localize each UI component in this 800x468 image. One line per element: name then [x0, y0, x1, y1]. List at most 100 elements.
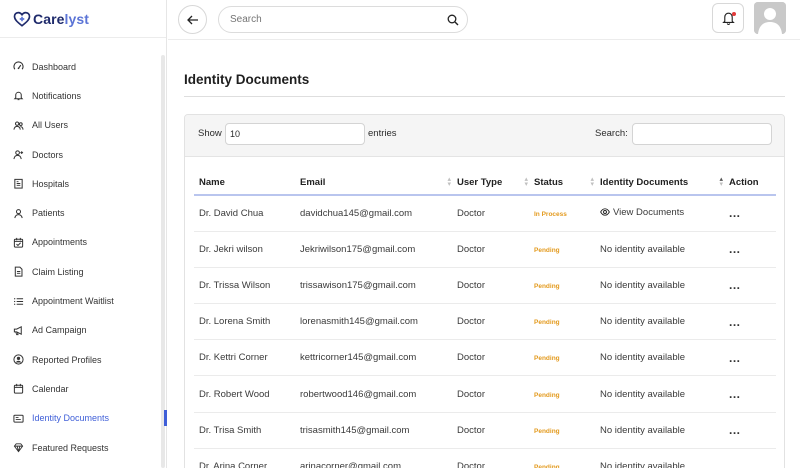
no-identity-text: No identity available: [600, 424, 686, 436]
documents-card: Show 10 entries Search: Name Email ▴ ▾ Use…: [184, 114, 785, 468]
cell-name: Dr. Lorena Smith: [194, 303, 300, 341]
cell-identity-documents: No identity available: [600, 339, 729, 377]
file-icon: [12, 266, 24, 278]
list-icon: [12, 295, 24, 307]
cell-identity-documents: View Documents: [600, 195, 729, 232]
cell-action: ...: [729, 375, 776, 413]
cell-email: trisasmith145@gmail.com: [300, 412, 457, 449]
sidebar-item-label: Patients: [32, 208, 65, 219]
topbar: [168, 0, 800, 40]
sidebar-item-label: Dashboard: [32, 61, 77, 72]
entries-select[interactable]: 10: [225, 123, 365, 145]
more-actions-icon[interactable]: ...: [729, 459, 741, 468]
cell-status: Pending: [534, 412, 600, 449]
cell-action: ...: [729, 231, 776, 268]
table-row: Dr. Kettri Corner kettricorner145@gmail.c…: [194, 339, 776, 377]
cell-email: trissawison175@gmail.com: [300, 267, 457, 305]
col-identity-documents[interactable]: Identity Documents ▴ ▾: [600, 171, 729, 196]
table-row: Dr. Trissa Wilson trissawison175@gmail.co…: [194, 267, 776, 305]
sidebar-item-appointment-waitlist[interactable]: Appointment Waitlist: [0, 286, 160, 315]
avatar[interactable]: [754, 2, 786, 34]
view-documents-label: View Documents: [613, 206, 685, 218]
col-status[interactable]: Status ▴ ▾: [534, 171, 600, 196]
sort-icon[interactable]: ▴ ▾: [447, 176, 451, 188]
cell-identity-documents: No identity available: [600, 303, 729, 341]
table-row: Dr. Lorena Smith lorenasmith145@gmail.com…: [194, 303, 776, 341]
arrow-left-icon: [186, 15, 198, 24]
megaphone-icon: [12, 324, 24, 336]
no-identity-text: No identity available: [600, 352, 686, 364]
global-search[interactable]: [218, 6, 468, 33]
table-row: Dr. Trisa Smith trisasmith145@gmail.com Do…: [194, 412, 776, 449]
sidebar-item-dashboard[interactable]: Dashboard: [0, 52, 160, 81]
notifications-button[interactable]: [712, 3, 744, 33]
status-badge: Pending: [534, 391, 560, 399]
sidebar-item-all-users[interactable]: All Users: [0, 111, 160, 140]
col-name[interactable]: Name: [194, 171, 300, 196]
sidebar-scrollbar[interactable]: [161, 55, 165, 468]
sidebar-item-patients[interactable]: Patients: [0, 198, 160, 227]
cell-user-type: Doctor: [457, 412, 534, 449]
status-badge: Pending: [534, 319, 560, 327]
col-email[interactable]: Email ▴ ▾: [300, 171, 457, 196]
sidebar-item-hospitals[interactable]: Hospitals: [0, 169, 160, 198]
status-badge: In Process: [534, 210, 567, 218]
active-indicator: [164, 410, 167, 426]
heart-plus-icon: [13, 11, 31, 27]
cell-identity-documents: No identity available: [600, 448, 729, 468]
calendar-check-icon: [12, 236, 24, 248]
view-documents-link[interactable]: View Documents: [600, 207, 684, 218]
more-actions-icon[interactable]: ...: [729, 206, 741, 220]
cell-email: Jekriwilson175@gmail.com: [300, 231, 457, 268]
search-input[interactable]: [230, 14, 430, 25]
sidebar-item-featured-requests[interactable]: Featured Requests: [0, 433, 160, 462]
sidebar-item-label: Reported Profiles: [32, 354, 102, 365]
sidebar-item-label: Doctors: [32, 149, 64, 160]
cell-email: kettricorner145@gmail.com: [300, 339, 457, 377]
cell-status: Pending: [534, 303, 600, 341]
cell-email: robertwood146@gmail.com: [300, 375, 457, 413]
cell-name: Dr. Jekri wilson: [194, 231, 300, 268]
more-actions-icon[interactable]: ...: [729, 387, 741, 401]
more-actions-icon[interactable]: ...: [729, 278, 741, 292]
eye-icon: [600, 208, 610, 216]
more-actions-icon[interactable]: ...: [729, 351, 741, 365]
sidebar-item-reported-profiles[interactable]: Reported Profiles: [0, 345, 160, 374]
sidebar-item-identity-documents[interactable]: Identity Documents: [0, 404, 160, 433]
cell-name: Dr. Arina Corner: [194, 448, 300, 468]
logo[interactable]: Carelyst: [0, 0, 166, 38]
table-search-input[interactable]: [632, 123, 772, 145]
app-name: Carelyst: [33, 10, 90, 27]
more-actions-icon[interactable]: ...: [729, 315, 741, 329]
cell-identity-documents: No identity available: [600, 412, 729, 449]
id-card-icon: [12, 412, 24, 424]
sort-asc-icon[interactable]: ▴ ▾: [719, 176, 723, 188]
user-circle-icon: [12, 354, 24, 366]
sort-icon[interactable]: ▴ ▾: [524, 176, 528, 188]
sort-icon[interactable]: ▴ ▾: [590, 176, 594, 188]
search-icon[interactable]: [447, 14, 459, 26]
back-button[interactable]: [178, 5, 207, 34]
cell-name: Dr. Robert Wood: [194, 375, 300, 413]
page-title: Identity Documents: [184, 72, 310, 87]
cell-status: Pending: [534, 375, 600, 413]
more-actions-icon[interactable]: ...: [729, 423, 741, 437]
col-user-type[interactable]: User Type ▴ ▾: [457, 171, 534, 196]
sidebar-item-calendar[interactable]: Calendar: [0, 374, 160, 403]
sidebar-item-label: Notifications: [32, 90, 82, 101]
more-actions-icon[interactable]: ...: [729, 242, 741, 256]
sidebar-item-ad-campaign[interactable]: Ad Campaign: [0, 316, 160, 345]
sidebar-item-doctors[interactable]: Doctors: [0, 140, 160, 169]
bell-icon: [12, 90, 24, 102]
sidebar-item-label: Appointment Waitlist: [32, 296, 114, 307]
status-badge: Pending: [534, 355, 560, 363]
sidebar-item-label: Hospitals: [32, 178, 70, 189]
cell-user-type: Doctor: [457, 448, 534, 468]
cell-action: ...: [729, 412, 776, 449]
diamond-icon: [12, 442, 24, 454]
sidebar-item-notifications[interactable]: Notifications: [0, 81, 160, 110]
sidebar-item-appointments[interactable]: Appointments: [0, 228, 160, 257]
sidebar-item-claim-listing[interactable]: Claim Listing: [0, 257, 160, 286]
table-row: Dr. Robert Wood robertwood146@gmail.com Do…: [194, 375, 776, 413]
sidebar-item-label: Featured Requests: [32, 442, 109, 453]
